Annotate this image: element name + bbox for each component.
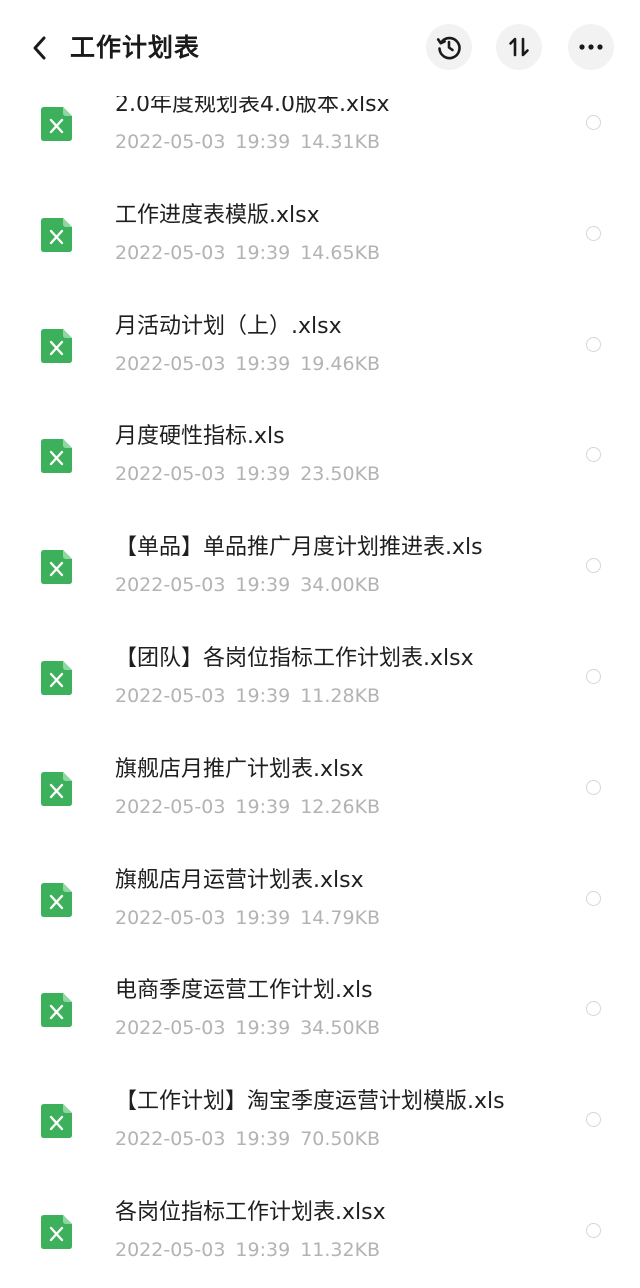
select-radio[interactable] — [586, 1112, 601, 1128]
file-meta: 2022-05-03 19:39 11.28KB — [115, 683, 390, 709]
file-time: 19:39 — [235, 795, 291, 818]
excel-file-icon — [41, 439, 72, 474]
file-date: 2022-05-03 — [115, 131, 226, 153]
select-radio[interactable] — [586, 225, 601, 241]
file-list-item[interactable]: 【单品】单品推广月度计划推进表.xls 2022-05-03 19:39 34.00K… — [0, 512, 640, 623]
file-meta: 2022-05-03 19:39 12.26KB — [115, 794, 390, 820]
file-date: 2022-05-03 — [115, 795, 226, 818]
file-list-item[interactable]: 电商季度运营工作计划.xls 2022-05-03 19:39 34.50KB — [0, 955, 640, 1066]
file-meta: 2022-05-03 19:39 70.50KB — [115, 1126, 390, 1152]
excel-file-icon — [41, 660, 72, 695]
select-radio[interactable] — [586, 115, 601, 130]
file-size: 19.46KB — [300, 352, 381, 375]
file-name: 各岗位指标工作计划表.xlsx — [115, 1199, 386, 1225]
file-list-item[interactable]: 月活动计划（上）.xlsx 2022-05-03 19:39 19.46KB — [0, 291, 640, 402]
file-size: 14.65KB — [300, 241, 381, 264]
excel-file-icon — [41, 107, 72, 141]
file-list-item[interactable]: 月度硬性指标.xls 2022-05-03 19:39 23.50KB — [0, 401, 640, 512]
file-time: 19:39 — [235, 574, 291, 597]
sort-button[interactable] — [496, 24, 542, 70]
file-date: 2022-05-03 — [115, 352, 226, 375]
file-meta: 2022-05-03 19:39 23.50KB — [115, 461, 390, 487]
file-size: 11.32KB — [300, 1238, 381, 1261]
file-list-item[interactable]: 旗舰店月运营计划表.xlsx 2022-05-03 19:39 14.79KB — [0, 845, 640, 956]
excel-file-icon — [41, 1214, 72, 1249]
file-meta: 2022-05-03 19:39 11.32KB — [115, 1237, 390, 1263]
file-time: 19:39 — [235, 463, 291, 486]
select-radio[interactable] — [586, 1001, 601, 1017]
file-time: 19:39 — [235, 906, 291, 929]
file-meta: 2022-05-03 19:39 34.50KB — [115, 1015, 390, 1041]
file-list-item[interactable]: 工作进度表模版.xlsx 2022-05-03 19:39 14.65KB — [0, 180, 640, 291]
file-time: 19:39 — [235, 131, 291, 153]
file-list-item[interactable]: 【工作计划】淘宝季度运营计划模版.xls 2022-05-03 19:39 70.50… — [0, 1066, 640, 1177]
file-name: 月活动计划（上）.xlsx — [115, 313, 342, 339]
file-meta: 2022-05-03 19:39 14.79KB — [115, 905, 390, 931]
file-size: 23.50KB — [300, 463, 381, 486]
file-time: 19:39 — [235, 352, 291, 375]
file-date: 2022-05-03 — [115, 684, 226, 707]
file-list: 2.0年度规划表4.0版本.xlsx 2022-05-03 19:39 14.31KB… — [0, 69, 640, 1288]
file-size: 12.26KB — [300, 795, 381, 818]
select-radio[interactable] — [586, 558, 601, 574]
file-meta: 2022-05-03 19:39 19.46KB — [115, 351, 390, 377]
file-date: 2022-05-03 — [115, 906, 226, 929]
select-radio[interactable] — [586, 1222, 601, 1238]
file-list-item[interactable]: 各岗位指标工作计划表.xlsx 2022-05-03 19:39 11.32KB — [0, 1177, 640, 1288]
excel-file-icon — [41, 217, 72, 252]
file-time: 19:39 — [235, 1128, 291, 1151]
file-name: 【团队】各岗位指标工作计划表.xlsx — [115, 645, 474, 671]
file-size: 14.31KB — [300, 131, 381, 153]
file-meta: 2022-05-03 19:39 14.31KB — [115, 129, 390, 155]
file-name: 工作进度表模版.xlsx — [115, 202, 320, 228]
file-time: 19:39 — [235, 1017, 291, 1040]
file-name: 【工作计划】淘宝季度运营计划模版.xls — [115, 1089, 505, 1115]
more-icon — [579, 44, 603, 50]
back-button[interactable] — [22, 30, 58, 66]
chevron-left-icon — [33, 36, 46, 60]
file-time: 19:39 — [235, 684, 291, 707]
select-radio[interactable] — [586, 668, 601, 684]
select-radio[interactable] — [586, 890, 601, 906]
select-radio[interactable] — [586, 779, 601, 795]
select-radio[interactable] — [586, 447, 601, 463]
top-bar: 工作计划表 — [0, 0, 640, 96]
file-name: 旗舰店月运营计划表.xlsx — [115, 867, 364, 893]
select-radio[interactable] — [586, 336, 601, 352]
file-name: 电商季度运营工作计划.xls — [115, 978, 373, 1004]
file-list-item[interactable]: 【团队】各岗位指标工作计划表.xlsx 2022-05-03 19:39 11.28K… — [0, 623, 640, 734]
file-name: 旗舰店月推广计划表.xlsx — [115, 756, 364, 782]
file-time: 19:39 — [235, 241, 291, 264]
file-date: 2022-05-03 — [115, 241, 226, 264]
file-size: 34.00KB — [300, 574, 381, 597]
file-date: 2022-05-03 — [115, 574, 226, 597]
excel-file-icon — [41, 882, 72, 917]
file-size: 14.79KB — [300, 906, 381, 929]
excel-file-icon — [41, 550, 72, 585]
excel-file-icon — [41, 993, 72, 1028]
excel-file-icon — [41, 1104, 72, 1139]
history-button[interactable] — [426, 24, 472, 70]
history-icon — [436, 36, 461, 60]
file-time: 19:39 — [235, 1238, 291, 1261]
file-date: 2022-05-03 — [115, 1238, 226, 1261]
page-title: 工作计划表 — [70, 33, 201, 62]
file-date: 2022-05-03 — [115, 1128, 226, 1151]
file-size: 34.50KB — [300, 1017, 381, 1040]
excel-file-icon — [41, 771, 72, 806]
file-meta: 2022-05-03 19:39 14.65KB — [115, 240, 390, 266]
file-list-item[interactable]: 旗舰店月推广计划表.xlsx 2022-05-03 19:39 12.26KB — [0, 734, 640, 845]
file-name: 月度硬性指标.xls — [115, 424, 285, 450]
file-meta: 2022-05-03 19:39 34.00KB — [115, 572, 390, 598]
file-date: 2022-05-03 — [115, 463, 226, 486]
file-date: 2022-05-03 — [115, 1017, 226, 1040]
file-name: 【单品】单品推广月度计划推进表.xls — [115, 535, 483, 561]
sort-icon — [509, 37, 529, 57]
excel-file-icon — [41, 328, 72, 363]
more-options-button[interactable] — [568, 24, 614, 70]
file-size: 70.50KB — [300, 1128, 381, 1151]
file-size: 11.28KB — [300, 684, 381, 707]
